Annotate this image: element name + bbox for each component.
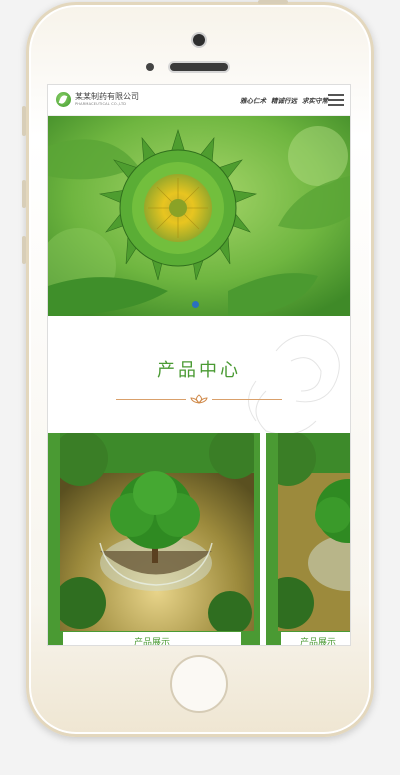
slogan-2: 精诚行远 <box>271 97 297 105</box>
site-header: 某某制药有限公司 PHARMACEUTICAL CO.,LTD 雅心仁术 精诚行… <box>48 85 350 116</box>
company-name[interactable]: 某某制药有限公司 <box>75 91 139 102</box>
proximity-sensor <box>146 63 154 71</box>
lotus-icon <box>190 394 208 404</box>
hamburger-menu-icon[interactable] <box>328 94 344 106</box>
product-caption[interactable]: 产品展示 <box>62 631 242 645</box>
company-subtitle: PHARMACEUTICAL CO.,LTD <box>75 102 127 106</box>
phone-screen: 某某制药有限公司 PHARMACEUTICAL CO.,LTD 雅心仁术 精诚行… <box>47 84 351 646</box>
product-caption[interactable]: 产品展示 <box>280 631 350 645</box>
sunflower-bud-image <box>48 116 350 316</box>
products-section-title: 产品中心 <box>157 360 241 381</box>
carousel-dot-active[interactable] <box>192 301 199 308</box>
hero-banner[interactable] <box>48 116 350 316</box>
slogan-group: 雅心仁术 精诚行远 求实守常 <box>240 95 328 105</box>
home-button[interactable] <box>170 655 228 713</box>
section-divider <box>116 394 282 404</box>
product-card[interactable]: 产品展示 <box>48 433 260 645</box>
volume-up-button <box>22 180 26 208</box>
product-image <box>60 433 254 631</box>
slogan-1: 雅心仁术 <box>240 97 266 105</box>
earpiece-speaker <box>170 63 228 71</box>
power-button <box>258 0 288 4</box>
volume-down-button <box>22 236 26 264</box>
mute-switch <box>22 106 26 136</box>
product-card[interactable]: 产品展示 <box>266 433 350 645</box>
slogan-3: 求实守常 <box>302 97 328 105</box>
product-image <box>278 433 350 631</box>
front-camera <box>193 34 205 46</box>
